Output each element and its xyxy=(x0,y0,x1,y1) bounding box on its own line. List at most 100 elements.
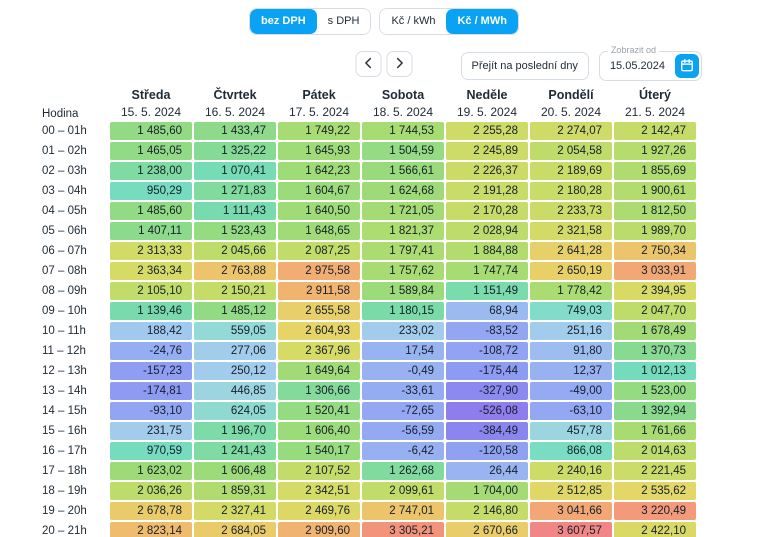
price-cell: 1 604,67 xyxy=(278,182,360,200)
price-cell: 2 363,34 xyxy=(110,262,192,280)
price-cell: 2 047,70 xyxy=(614,302,696,320)
price-cell: 2 189,69 xyxy=(530,162,612,180)
day-header: Neděle xyxy=(446,87,528,103)
date-header: 18. 5. 2024 xyxy=(362,105,444,120)
hour-label: 20 – 21h xyxy=(42,522,108,537)
table-row: 18 – 19h2 036,261 859,312 342,512 099,61… xyxy=(42,482,696,500)
price-cell: 2 099,61 xyxy=(362,482,444,500)
price-cell: 1 821,37 xyxy=(362,222,444,240)
price-cell: 1 744,53 xyxy=(362,122,444,140)
hour-label: 08 – 09h xyxy=(42,282,108,300)
price-cell: 1 540,17 xyxy=(278,442,360,460)
price-cell: 251,16 xyxy=(530,322,612,340)
price-cell: 1 566,61 xyxy=(362,162,444,180)
price-cell: 2 911,58 xyxy=(278,282,360,300)
price-cell: 2 146,80 xyxy=(446,502,528,520)
price-cell: 2 650,19 xyxy=(530,262,612,280)
table-row: 08 – 09h2 105,102 150,212 911,581 589,84… xyxy=(42,282,696,300)
price-cell: 1 523,00 xyxy=(614,382,696,400)
table-row: 13 – 14h-174,81446,851 306,66-33,61-327,… xyxy=(42,382,696,400)
price-cell: 2 327,41 xyxy=(194,502,276,520)
table-row: 19 – 20h2 678,782 327,412 469,762 747,01… xyxy=(42,502,696,520)
day-header: Pátek xyxy=(278,87,360,103)
price-cell: 1 485,60 xyxy=(110,122,192,140)
price-cell: 1 151,49 xyxy=(446,282,528,300)
price-cell: -0,49 xyxy=(362,362,444,380)
price-cell: 2 604,93 xyxy=(278,322,360,340)
date-header-row: Hodina15. 5. 202416. 5. 202417. 5. 20241… xyxy=(42,105,696,120)
hour-label: 09 – 10h xyxy=(42,302,108,320)
price-cell: 2 150,21 xyxy=(194,282,276,300)
price-table-body: 00 – 01h1 485,601 433,471 749,221 744,53… xyxy=(42,122,696,537)
price-cell: 1 485,60 xyxy=(110,202,192,220)
price-cell: 1 370,73 xyxy=(614,342,696,360)
price-cell: 1 640,50 xyxy=(278,202,360,220)
hour-label: 12 – 13h xyxy=(42,362,108,380)
price-cell: -33,61 xyxy=(362,382,444,400)
price-cell: -526,08 xyxy=(446,402,528,420)
price-table-container: StředaČtvrtekPátekSobotaNedělePondělíÚte… xyxy=(0,85,768,537)
price-cell: 2 233,73 xyxy=(530,202,612,220)
hour-label: 06 – 07h xyxy=(42,242,108,260)
go-to-last-days-button[interactable]: Přejít na poslední dny xyxy=(461,52,589,80)
price-cell: 457,78 xyxy=(530,422,612,440)
price-cell: 188,42 xyxy=(110,322,192,340)
price-cell: 2 180,28 xyxy=(530,182,612,200)
price-cell: 250,12 xyxy=(194,362,276,380)
price-cell: 2 750,34 xyxy=(614,242,696,260)
price-cell: 2 045,66 xyxy=(194,242,276,260)
price-cell: 2 191,28 xyxy=(446,182,528,200)
day-header-row: StředaČtvrtekPátekSobotaNedělePondělíÚte… xyxy=(42,87,696,103)
toolbar-top: bez DPHs DPH Kč / kWhKč / MWh xyxy=(0,0,768,35)
price-cell: 1 485,12 xyxy=(194,302,276,320)
calendar-button[interactable] xyxy=(675,54,699,78)
hour-column-header: Hodina xyxy=(42,105,108,120)
price-cell: 1 392,94 xyxy=(614,402,696,420)
price-cell: 1 645,93 xyxy=(278,142,360,160)
toggle-button[interactable]: Kč / MWh xyxy=(446,9,518,34)
price-cell: 17,54 xyxy=(362,342,444,360)
spacer-cell xyxy=(42,87,108,103)
price-cell: 12,37 xyxy=(530,362,612,380)
table-row: 17 – 18h1 623,021 606,482 107,521 262,68… xyxy=(42,462,696,480)
date-picker[interactable]: Zobrazit od 15.05.2024 xyxy=(599,51,702,81)
price-cell: 26,44 xyxy=(446,462,528,480)
hour-label: 05 – 06h xyxy=(42,222,108,240)
price-cell: 1 196,70 xyxy=(194,422,276,440)
price-cell: 1 778,42 xyxy=(530,282,612,300)
price-table-header: StředaČtvrtekPátekSobotaNedělePondělíÚte… xyxy=(42,87,696,120)
date-header: 16. 5. 2024 xyxy=(194,105,276,120)
hour-label: 01 – 02h xyxy=(42,142,108,160)
toggle-button[interactable]: Kč / kWh xyxy=(380,9,446,34)
price-cell: 2 014,63 xyxy=(614,442,696,460)
price-cell: 1 606,40 xyxy=(278,422,360,440)
price-cell: -63,10 xyxy=(530,402,612,420)
price-cell: 2 422,10 xyxy=(614,522,696,537)
price-cell: 2 909,60 xyxy=(278,522,360,537)
price-cell: 446,85 xyxy=(194,382,276,400)
price-cell: 1 241,43 xyxy=(194,442,276,460)
hour-label: 16 – 17h xyxy=(42,442,108,460)
price-cell: 1 648,65 xyxy=(278,222,360,240)
price-cell: 1 139,46 xyxy=(110,302,192,320)
table-row: 01 – 02h1 465,051 325,221 645,931 504,59… xyxy=(42,142,696,160)
toggle-button[interactable]: s DPH xyxy=(317,9,371,34)
price-cell: 1 624,68 xyxy=(362,182,444,200)
hour-label: 10 – 11h xyxy=(42,322,108,340)
price-cell: 2 321,58 xyxy=(530,222,612,240)
date-header: 17. 5. 2024 xyxy=(278,105,360,120)
price-cell: 1 989,70 xyxy=(614,222,696,240)
toggle-button[interactable]: bez DPH xyxy=(250,9,317,34)
price-cell: -49,00 xyxy=(530,382,612,400)
price-cell: 1 747,74 xyxy=(446,262,528,280)
price-cell: -175,44 xyxy=(446,362,528,380)
price-cell: 1 012,13 xyxy=(614,362,696,380)
price-cell: 3 305,21 xyxy=(362,522,444,537)
prev-day-button[interactable] xyxy=(356,51,382,77)
hour-label: 11 – 12h xyxy=(42,342,108,360)
hour-label: 15 – 16h xyxy=(42,422,108,440)
price-cell: 1 238,00 xyxy=(110,162,192,180)
price-cell: 2 469,76 xyxy=(278,502,360,520)
date-header: 20. 5. 2024 xyxy=(530,105,612,120)
next-day-button[interactable] xyxy=(387,51,413,77)
